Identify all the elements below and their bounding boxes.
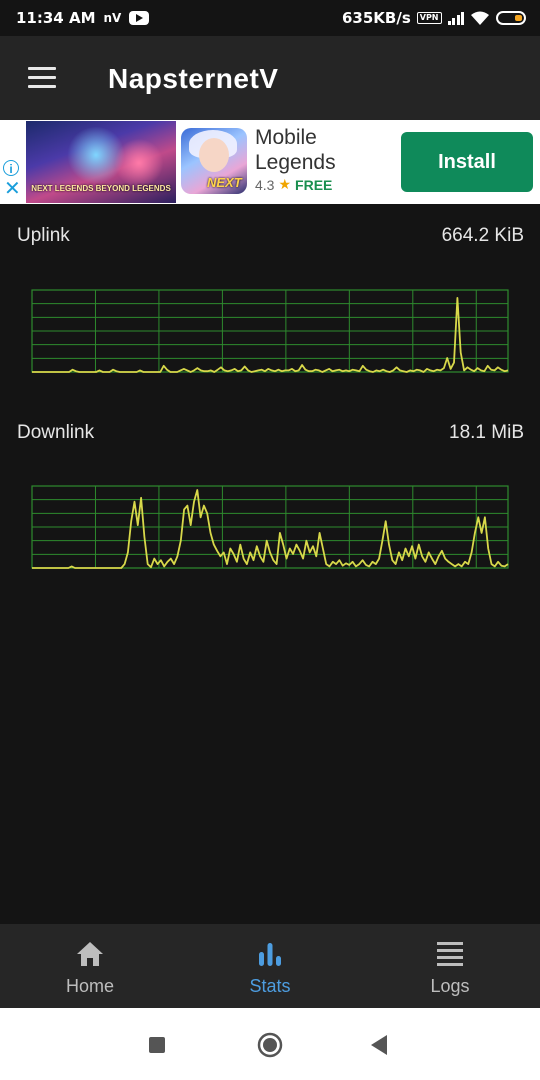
status-time: 11:34 AM	[16, 9, 96, 27]
nav-logs-label: Logs	[430, 976, 470, 996]
bar-chart-icon	[259, 943, 281, 966]
menu-icon[interactable]	[28, 67, 56, 89]
downlink-graph	[31, 485, 509, 569]
app-title: NapsternetV	[108, 63, 279, 94]
wifi-icon	[471, 11, 489, 25]
home-icon	[77, 942, 103, 966]
nav-home[interactable]: Home	[0, 924, 180, 1008]
nav-home-label: Home	[65, 976, 114, 996]
uplink-graph	[31, 289, 509, 373]
nav-stats[interactable]: Stats	[180, 924, 360, 1008]
nav-logs[interactable]: Logs	[360, 924, 540, 1008]
ad-choices: i ✕	[0, 120, 24, 204]
downlink-trace	[32, 489, 509, 569]
list-icon	[437, 942, 463, 966]
rating-value: 4.3	[255, 176, 275, 193]
downlink-label: Downlink	[17, 422, 95, 443]
ad-promo-text: NEXT LEGENDS BEYOND LEGENDS	[31, 184, 171, 193]
uplink-trace	[32, 297, 509, 373]
uplink-value: 664.2 KiB	[441, 225, 524, 246]
ad-app-title[interactable]: Mobile Legends	[255, 125, 395, 175]
ad-banner[interactable]: i ✕ NEXT LEGENDS BEYOND LEGENDS NEXT Mob…	[0, 120, 540, 204]
net-speed: 635KB/s	[341, 9, 411, 27]
uplink-label: Uplink	[17, 225, 70, 246]
close-icon[interactable]: ✕	[4, 178, 21, 200]
recents-button[interactable]	[149, 1037, 165, 1053]
status-bar: 11:34 AM nV 635KB/s VPN	[0, 0, 540, 36]
nav-stats-label: Stats	[249, 976, 291, 996]
battery-icon	[496, 11, 526, 25]
game-icon-label: NEXT	[207, 175, 242, 190]
install-button[interactable]: Install	[401, 132, 533, 192]
bottom-nav: Home Stats Logs	[0, 924, 540, 1008]
game-app-icon[interactable]: NEXT	[181, 128, 247, 194]
price-label: FREE	[295, 176, 333, 193]
back-button[interactable]	[371, 1035, 387, 1055]
info-icon[interactable]: i	[3, 160, 19, 176]
downlink-value: 18.1 MiB	[449, 422, 524, 443]
home-button[interactable]	[257, 1032, 283, 1058]
system-nav-bar	[0, 1008, 540, 1080]
ad-rating: 4.3 ★ FREE	[255, 176, 332, 193]
star-icon: ★	[278, 176, 292, 192]
youtube-icon	[129, 11, 150, 25]
app-bar: NapsternetV	[0, 36, 540, 120]
carrier-badge: nV	[103, 11, 122, 25]
vpn-badge: VPN	[416, 12, 442, 24]
signal-icon	[447, 11, 464, 25]
ad-promo-image[interactable]: NEXT LEGENDS BEYOND LEGENDS	[26, 121, 176, 203]
